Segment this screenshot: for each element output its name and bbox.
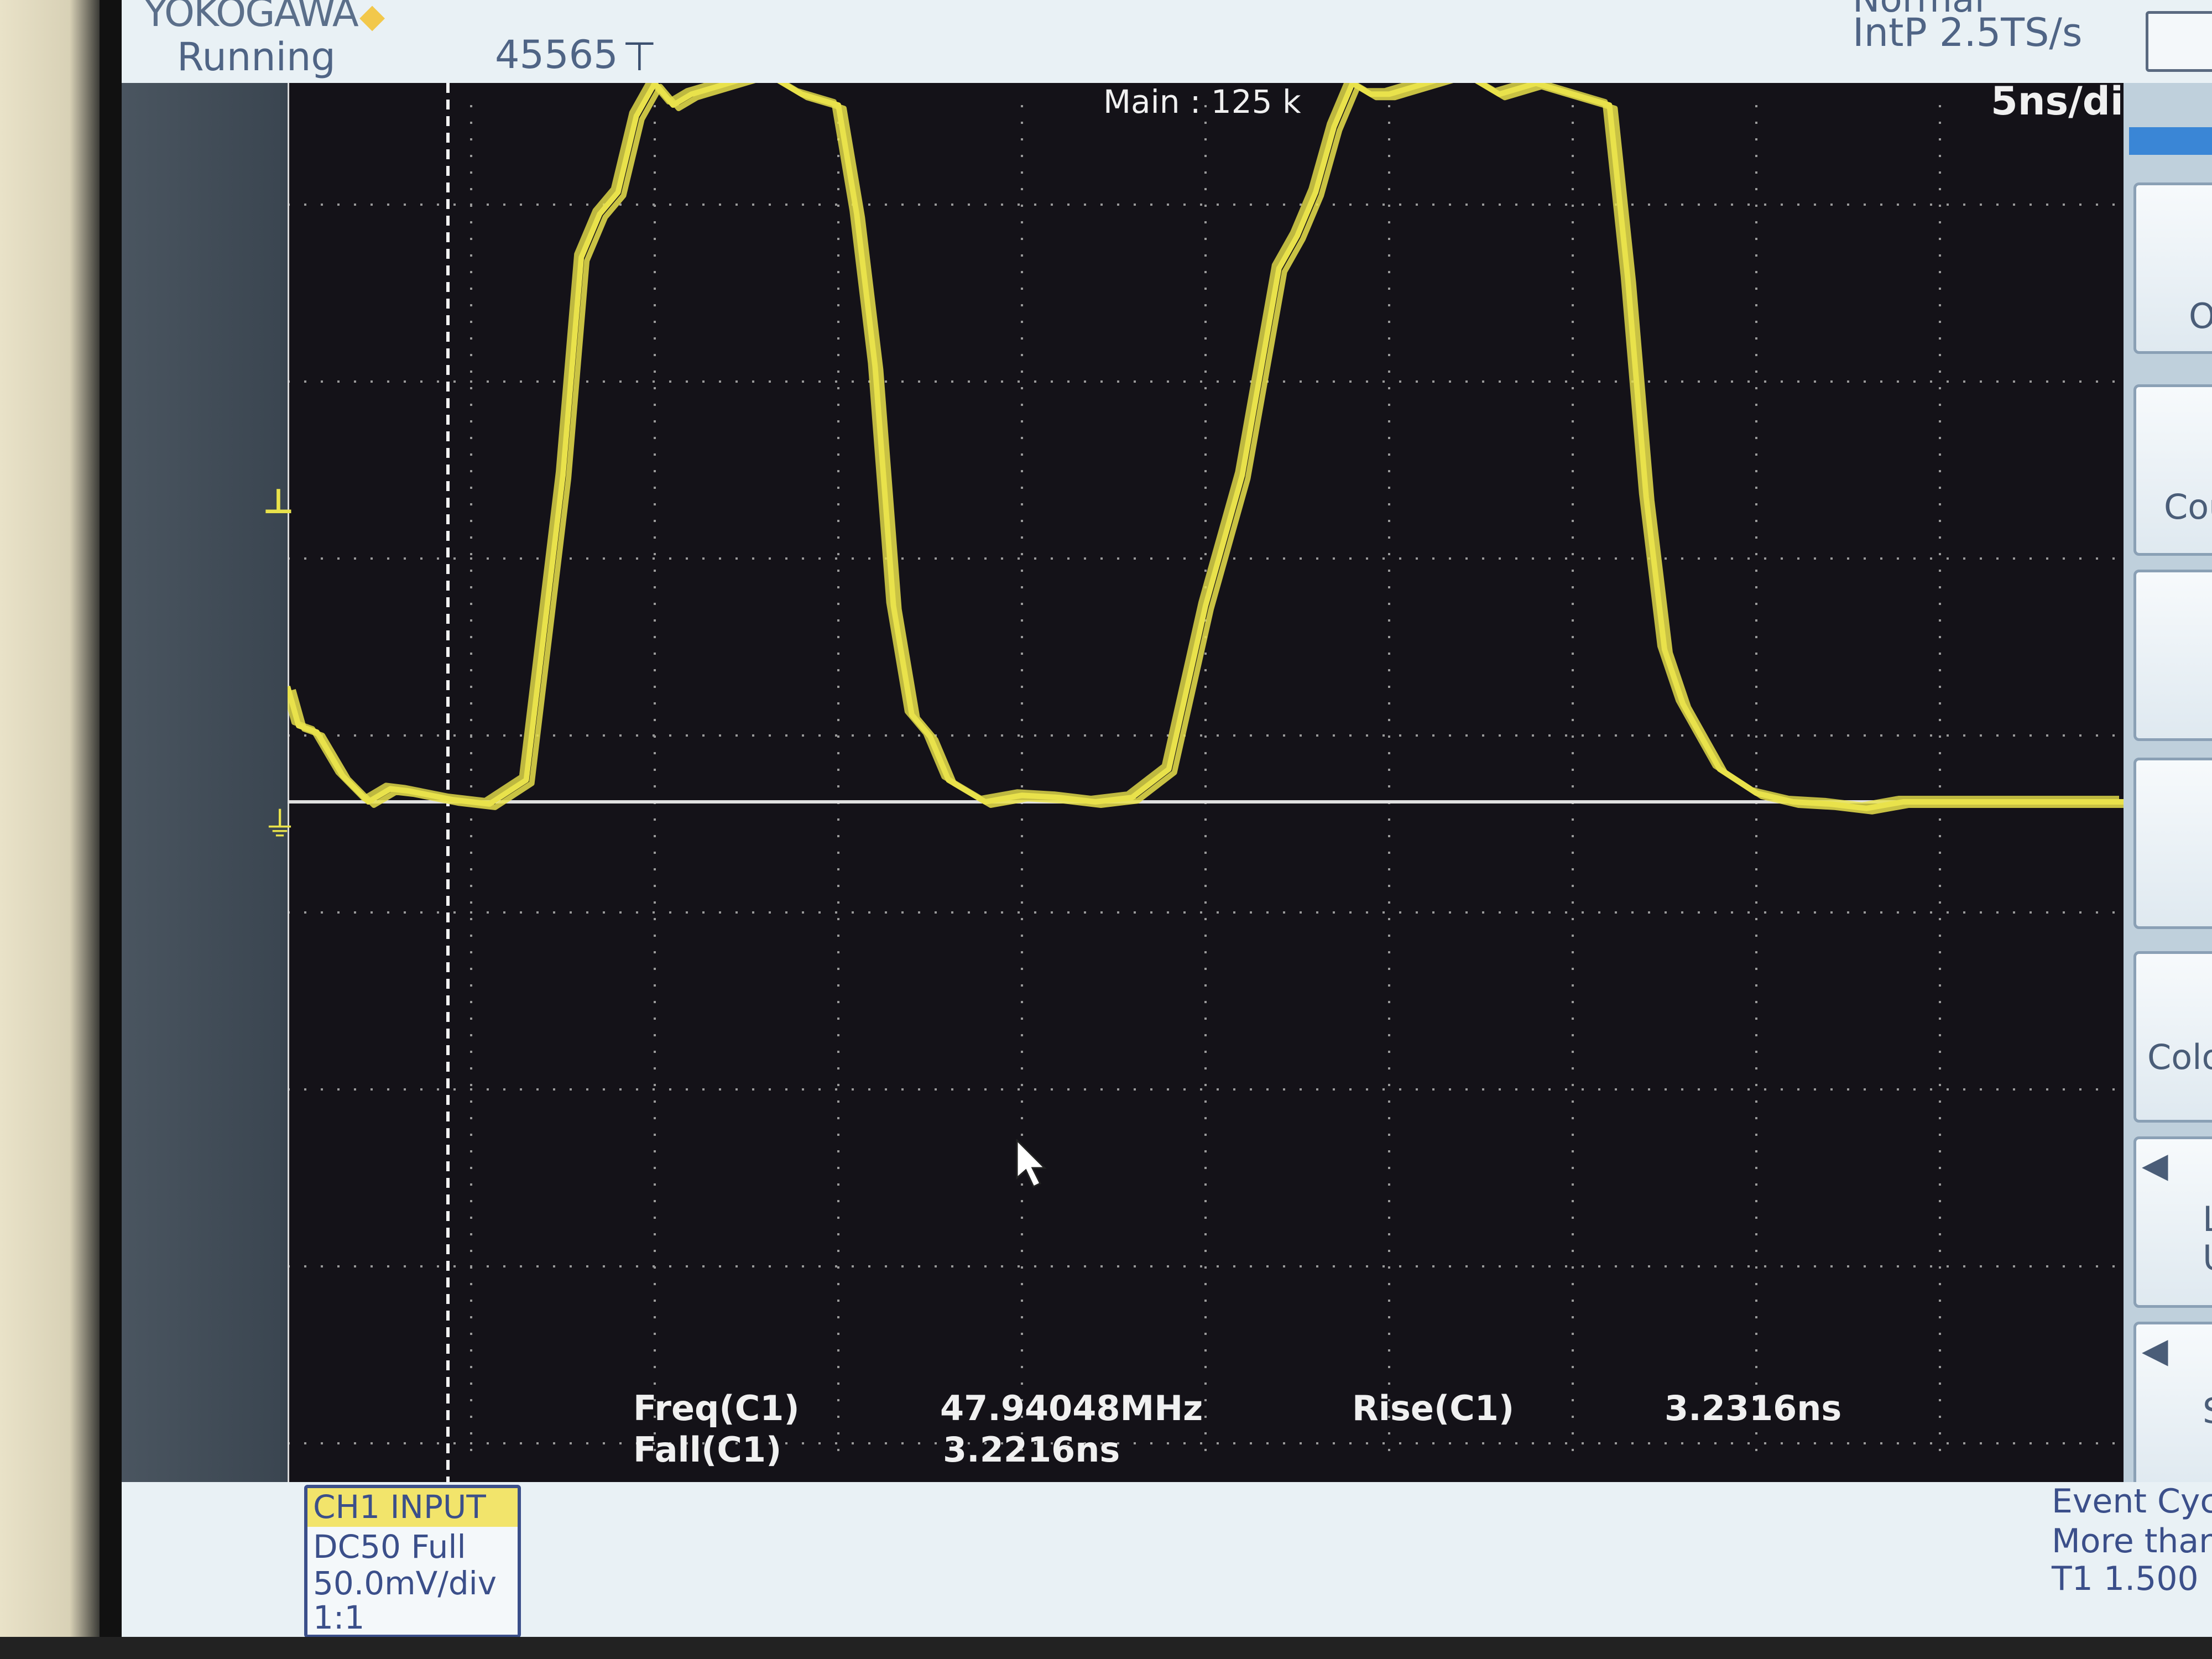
freq-label: Freq(C1) <box>633 1388 800 1428</box>
run-status: Running <box>177 34 336 80</box>
softkey-color[interactable]: Color <box>2133 951 2212 1123</box>
waveform-display <box>288 83 2124 1482</box>
record-length: Main : 125 k <box>1103 83 1301 121</box>
softkey-lock[interactable]: ◀ Lo Un <box>2133 1136 2212 1308</box>
softkey-save[interactable]: ◀ Sa <box>2133 1322 2212 1493</box>
setup-button[interactable] <box>2146 11 2212 72</box>
ch1-probe: 1:1 <box>313 1599 365 1636</box>
freq-value: 47.94048MHz <box>940 1388 1203 1428</box>
ch1-scale: 50.0mV/div <box>313 1564 497 1602</box>
monitor-bezel-bottom <box>0 1637 2212 1659</box>
waveform-margin <box>122 83 288 1482</box>
graticule <box>288 105 2124 1465</box>
ch1-name: CH1 INPUT <box>307 1488 518 1527</box>
softkey-4[interactable] <box>2133 758 2212 929</box>
trigger-type: Event Cyc <box>2052 1482 2212 1521</box>
trigger-edge-icon: ⊤ <box>622 33 657 80</box>
rise-value: 3.2316ns <box>1665 1388 1842 1428</box>
softkey-count[interactable]: Cou <box>2133 384 2212 556</box>
left-arrow-icon: ◀ <box>2142 1145 2168 1185</box>
brand-logo: YOKOGAWA <box>144 0 359 35</box>
sample-rate: IntP 2.5TS/s <box>1853 10 2083 55</box>
brand-mark-icon: ◆ <box>359 0 385 35</box>
oscilloscope-screen: YOKOGAWA ◆ Running 45565 ⊤ Normal IntP 2… <box>122 0 2212 1637</box>
trigger-time: T1 1.500 <box>2052 1559 2199 1598</box>
acquisition-count: 45565 <box>495 32 618 77</box>
rise-label: Rise(C1) <box>1352 1388 1515 1428</box>
softkey-3[interactable] <box>2133 570 2212 741</box>
status-bar: YOKOGAWA ◆ Running 45565 ⊤ Normal IntP 2… <box>122 0 2212 86</box>
trigger-level-marker-icon[interactable]: ⊥ <box>263 481 296 521</box>
ch1-coupling: DC50 Full <box>313 1528 466 1566</box>
trigger-condition: More than <box>2052 1522 2212 1561</box>
ch1-info-panel[interactable]: CH1 INPUT DC50 Full 50.0mV/div 1:1 <box>304 1485 521 1637</box>
waveform-area[interactable]: Main : 125 k 5ns/div Freq(C1) 47.94048MH… <box>288 79 2149 1482</box>
fall-value: 3.2216ns <box>943 1430 1120 1470</box>
fall-label: Fall(C1) <box>633 1430 782 1470</box>
ground-marker-icon[interactable]: ⏚ <box>263 796 297 844</box>
ch1-trace-sweep <box>288 83 2119 808</box>
menu-indicator <box>2129 127 2212 155</box>
left-arrow-icon: ◀ <box>2142 1330 2168 1370</box>
mouse-pointer-icon <box>1016 1139 1047 1188</box>
monitor-bezel <box>0 0 100 1659</box>
monitor-bezel-edge <box>100 0 122 1659</box>
softkey-panel: OF Cou Color ◀ Lo Un ◀ Sa <box>2124 83 2212 1493</box>
softkey-on-off[interactable]: OF <box>2133 182 2212 354</box>
